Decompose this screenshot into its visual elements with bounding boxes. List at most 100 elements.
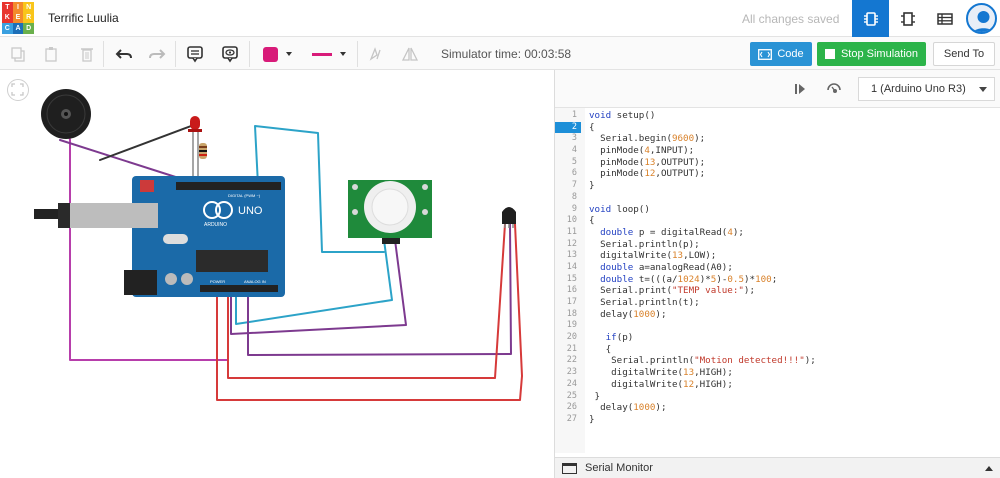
pir-motion-sensor[interactable] <box>348 180 432 244</box>
code-line[interactable]: 16 Serial.print("TEMP value:"); <box>555 285 1000 297</box>
code-line[interactable]: 17 Serial.println(t); <box>555 297 1000 309</box>
code-line[interactable]: 15 double t=(((a/1024)*5)-0.5)*100; <box>555 274 1000 286</box>
code-line[interactable]: 25 } <box>555 391 1000 403</box>
debugger-icon[interactable] <box>826 81 842 97</box>
code-icon <box>758 48 773 60</box>
user-avatar[interactable] <box>966 3 997 34</box>
arduino-uno-board[interactable]: UNO ARDUINO DIGITAL (PWM ~) POWER ANALOG… <box>34 176 285 297</box>
code-button-label: Code <box>777 48 804 60</box>
copy-button[interactable] <box>5 42 31 66</box>
redo-button[interactable] <box>144 42 170 66</box>
line-number: 9 <box>571 203 577 214</box>
trash-icon <box>81 48 93 62</box>
code-line[interactable]: 18 delay(1000); <box>555 309 1000 321</box>
wire-buzzer-pin[interactable] <box>59 139 186 181</box>
fill-color-swatch <box>262 46 278 62</box>
line-number: 20 <box>566 332 577 343</box>
code-line[interactable]: 20 if(p) <box>555 332 1000 344</box>
tinkercad-logo[interactable]: TINKERCAD <box>2 2 34 34</box>
paste-button[interactable] <box>38 42 64 66</box>
code-line[interactable]: 7} <box>555 180 1000 192</box>
code-line-text: delay(1000); <box>589 402 667 414</box>
code-line[interactable]: 19 <box>555 320 1000 332</box>
code-line[interactable]: 9 void loop() <box>555 204 1000 216</box>
code-line[interactable]: 24 digitalWrite(12,HIGH); <box>555 379 1000 391</box>
fill-color-picker[interactable] <box>256 42 298 66</box>
code-line[interactable]: 13 digitalWrite(13,LOW); <box>555 250 1000 262</box>
simulator-time: Simulator time: 00:03:58 <box>441 47 572 61</box>
piezo-buzzer[interactable] <box>41 89 91 139</box>
device-select[interactable]: 1 (Arduino Uno R3) <box>858 77 995 101</box>
send-to-button[interactable]: Send To <box>933 42 995 66</box>
code-line[interactable]: 26 delay(1000); <box>555 402 1000 414</box>
code-line-text: pinMode(4,INPUT); <box>589 145 695 157</box>
circuit-view-button[interactable] <box>852 0 889 37</box>
delete-button[interactable] <box>74 42 100 66</box>
power-label: POWER <box>210 279 225 284</box>
logo-letter: R <box>23 12 34 24</box>
code-line-text: digitalWrite(13,LOW); <box>589 250 717 262</box>
wire-temp-purple[interactable] <box>247 223 512 356</box>
chevron-down-icon <box>285 52 292 56</box>
project-name[interactable]: Terrific Luulia <box>48 11 119 25</box>
toolbar-divider <box>357 41 358 67</box>
code-button[interactable]: Code <box>750 42 812 66</box>
wire-led-black[interactable] <box>99 125 192 161</box>
code-line[interactable]: 2{ <box>555 121 1000 134</box>
code-line[interactable]: 5 pinMode(13,OUTPUT); <box>555 157 1000 169</box>
redo-icon <box>149 49 166 59</box>
code-line[interactable]: 22 Serial.println("Motion detected!!!"); <box>555 355 1000 367</box>
line-number: 10 <box>566 215 577 226</box>
code-line-text: digitalWrite(13,HIGH); <box>589 367 733 379</box>
code-line[interactable]: 21 { <box>555 344 1000 356</box>
line-style-picker[interactable] <box>306 42 352 66</box>
code-line[interactable]: 1 void setup() <box>555 110 1000 122</box>
serial-monitor-label: Serial Monitor <box>585 462 653 474</box>
circuit-drawing: UNO ARDUINO DIGITAL (PWM ~) POWER ANALOG… <box>34 89 523 401</box>
schematic-icon <box>900 11 915 26</box>
notes-button[interactable] <box>182 42 208 66</box>
code-line-text: { <box>589 343 612 355</box>
serial-monitor-bar[interactable]: Serial Monitor <box>555 457 1000 478</box>
code-line[interactable]: 8 <box>555 192 1000 204</box>
code-line-text: Serial.println("Motion detected!!!"); <box>589 355 816 367</box>
code-line[interactable]: 10 { <box>555 215 1000 227</box>
save-status: All changes saved <box>742 12 840 26</box>
code-line[interactable]: 3 Serial.begin(9600); <box>555 133 1000 145</box>
code-line[interactable]: 12 Serial.println(p); <box>555 239 1000 251</box>
code-line-text: { <box>589 215 595 227</box>
flip-button[interactable] <box>397 42 423 66</box>
tinkercad-app: TINKERCAD Terrific Luulia All changes sa… <box>0 0 1000 478</box>
component-list-button[interactable] <box>926 0 963 37</box>
code-line[interactable]: 27} <box>555 414 1000 426</box>
top-bar: TINKERCAD Terrific Luulia All changes sa… <box>0 0 1000 37</box>
code-text-area[interactable]: 1 void setup() 2{3 Serial.begin(9600); 4 pi… <box>555 110 1000 426</box>
code-line[interactable]: 11 double p = digitalRead(4); <box>555 227 1000 239</box>
logo-letter: E <box>12 12 24 24</box>
stop-simulation-button[interactable]: Stop Simulation <box>817 42 926 66</box>
code-line[interactable]: 23 digitalWrite(13,HIGH); <box>555 367 1000 379</box>
line-number: 13 <box>566 250 577 261</box>
code-line-text: double p = digitalRead(4); <box>600 226 744 238</box>
arduino-brand-label: ARDUINO <box>204 222 227 228</box>
resistor[interactable] <box>199 143 207 159</box>
schematic-view-button[interactable] <box>889 0 926 37</box>
code-line[interactable]: 6 pinMode(12,OUTPUT); <box>555 168 1000 180</box>
undo-button[interactable] <box>111 42 137 66</box>
code-line-text: } <box>589 180 595 192</box>
rotate-button[interactable] <box>362 42 388 66</box>
code-line[interactable]: 4 pinMode(4,INPUT); <box>555 145 1000 157</box>
circuit-canvas[interactable]: UNO ARDUINO DIGITAL (PWM ~) POWER ANALOG… <box>0 70 554 478</box>
device-select-value: 1 (Arduino Uno R3) <box>871 83 966 95</box>
code-line[interactable]: 14 double a=analogRead(A0); <box>555 262 1000 274</box>
step-over-icon[interactable] <box>793 82 807 96</box>
toggle-notes-button[interactable] <box>217 42 243 66</box>
toolbar-divider <box>249 41 250 67</box>
line-number: 14 <box>566 261 577 272</box>
code-line-text: delay(1000); <box>589 308 667 320</box>
logo-letter: I <box>12 2 24 13</box>
stop-simulation-label: Stop Simulation <box>840 48 919 60</box>
line-number: 15 <box>566 273 577 284</box>
toolbar-divider <box>103 41 104 67</box>
line-number: 22 <box>566 355 577 366</box>
